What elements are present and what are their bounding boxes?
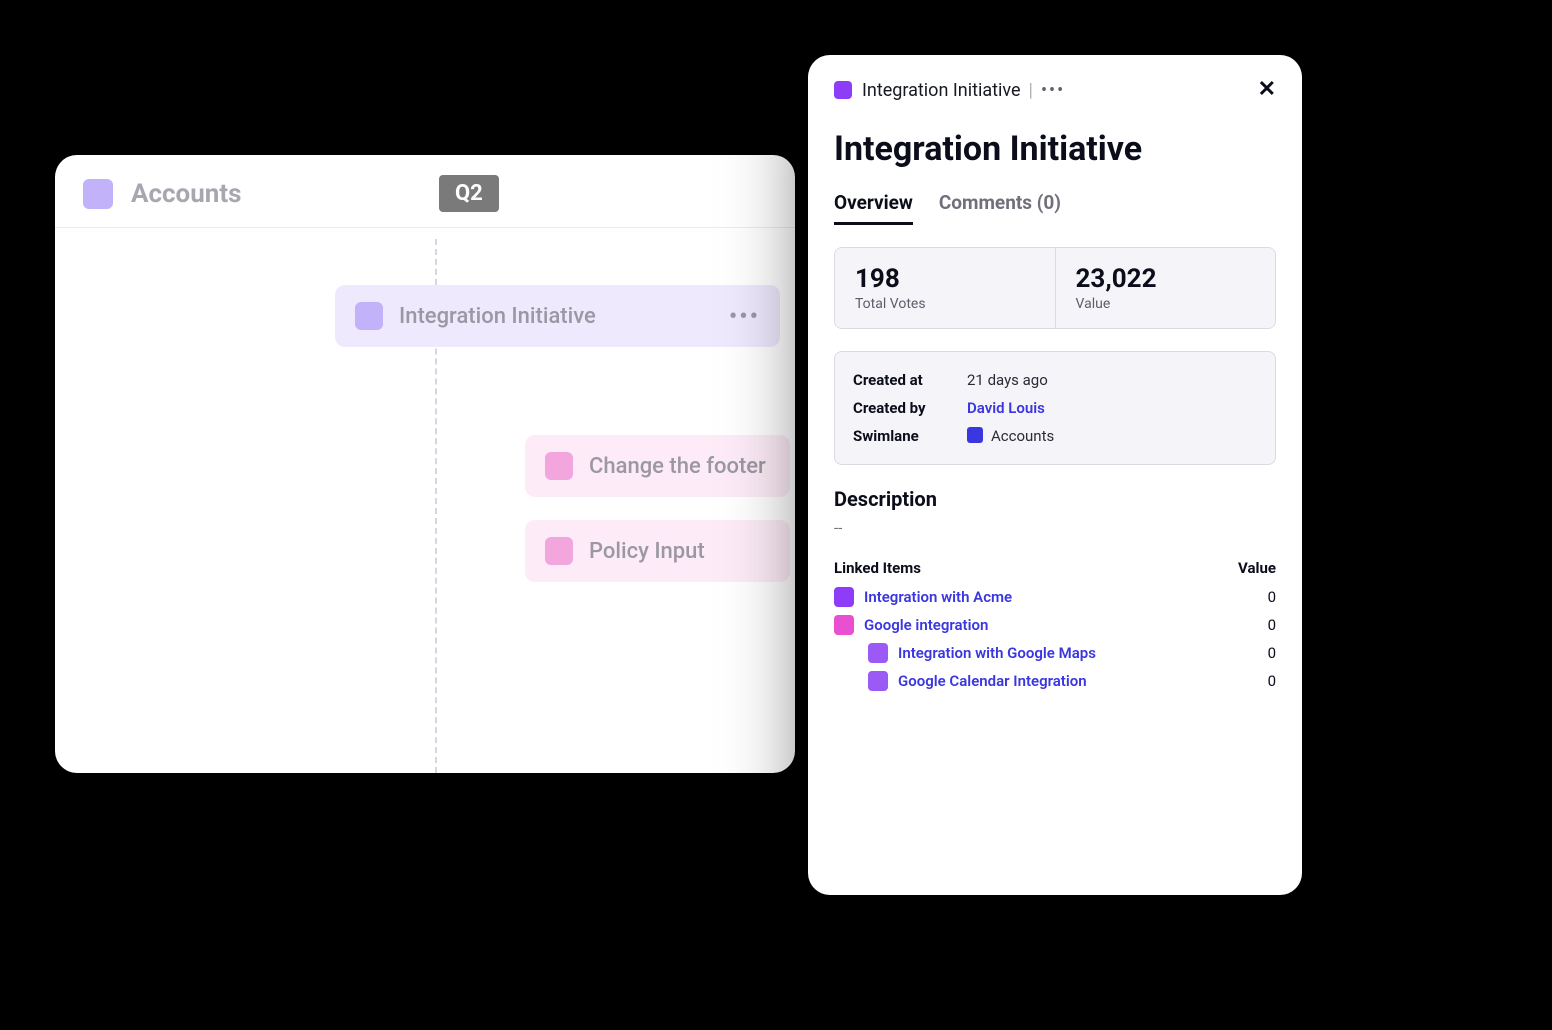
close-icon[interactable]: ✕	[1258, 79, 1276, 101]
linked-item[interactable]: Integration with Acme 0	[834, 587, 1276, 607]
tabs: Overview Comments (0)	[834, 191, 1276, 225]
stat-label: Value	[1076, 296, 1256, 312]
linked-item-value: 0	[1268, 672, 1276, 690]
stat-label: Total Votes	[855, 296, 1035, 312]
meta-user-link[interactable]: David Louis	[967, 399, 1045, 417]
meta-created-by: Created by David Louis	[853, 394, 1257, 422]
stats-box: 198 Total Votes 23,022 Value	[834, 247, 1276, 329]
linked-items-header: Linked Items Value	[834, 559, 1276, 577]
card-label: Change the footer	[589, 454, 766, 479]
linked-items-title: Linked Items	[834, 559, 921, 577]
linked-item-label: Google Calendar Integration	[898, 672, 1087, 690]
linked-items-list: Integration with Acme 0 Google integrati…	[834, 587, 1276, 691]
linked-item-label: Google integration	[864, 616, 988, 634]
quarter-marker: Q2	[439, 175, 499, 212]
tab-overview[interactable]: Overview	[834, 191, 913, 225]
breadcrumb-separator: |	[1029, 80, 1033, 101]
linked-item[interactable]: Integration with Google Maps 0	[834, 643, 1276, 663]
roadmap-board: Accounts Q2 Integration Initiative ••• C…	[55, 155, 795, 773]
linked-item[interactable]: Google integration 0	[834, 615, 1276, 635]
roadmap-card[interactable]: Integration Initiative •••	[335, 285, 780, 347]
linked-items-value-title: Value	[1238, 559, 1276, 577]
linked-item-label: Integration with Acme	[864, 588, 1012, 606]
swimlane-name: Accounts	[991, 427, 1054, 445]
card-label: Integration Initiative	[399, 304, 596, 329]
swimlane-color-icon	[967, 427, 983, 443]
item-title: Integration Initiative	[834, 129, 1276, 169]
linked-item[interactable]: Google Calendar Integration 0	[834, 671, 1276, 691]
swimlane-title: Accounts	[131, 179, 242, 209]
meta-key: Created at	[853, 371, 953, 389]
detail-panel: Integration Initiative | ••• ✕ Integrati…	[808, 55, 1302, 895]
card-label: Policy Input	[589, 539, 705, 564]
stat-value: 198	[855, 264, 1035, 294]
item-color-icon	[834, 587, 854, 607]
board-header: Accounts	[55, 155, 795, 228]
item-color-icon	[868, 671, 888, 691]
tab-comments[interactable]: Comments (0)	[939, 191, 1061, 225]
breadcrumb[interactable]: Integration Initiative | •••	[862, 80, 1065, 101]
linked-item-value: 0	[1268, 644, 1276, 662]
roadmap-card[interactable]: Policy Input	[525, 520, 790, 582]
meta-key: Created by	[853, 399, 953, 417]
panel-header: Integration Initiative | ••• ✕	[834, 79, 1276, 101]
meta-value: 21 days ago	[967, 371, 1048, 389]
description-heading: Description	[834, 487, 1276, 511]
item-color-icon	[834, 615, 854, 635]
meta-created-at: Created at 21 days ago	[853, 366, 1257, 394]
more-icon[interactable]: •••	[729, 302, 760, 330]
linked-item-value: 0	[1268, 588, 1276, 606]
meta-swimlane: Swimlane Accounts	[853, 422, 1257, 450]
meta-key: Swimlane	[853, 427, 953, 445]
roadmap-card[interactable]: Change the footer	[525, 435, 790, 497]
more-icon[interactable]: •••	[1041, 80, 1065, 101]
linked-item-label: Integration with Google Maps	[898, 644, 1096, 662]
card-color-icon	[545, 452, 573, 480]
linked-item-value: 0	[1268, 616, 1276, 634]
swimlane-color-icon	[83, 179, 113, 209]
description-body: --	[834, 519, 1276, 537]
breadcrumb-label: Integration Initiative	[862, 80, 1021, 101]
item-color-icon	[834, 81, 852, 99]
meta-box: Created at 21 days ago Created by David …	[834, 351, 1276, 465]
stat-value: 23,022 Value	[1055, 248, 1276, 328]
card-color-icon	[355, 302, 383, 330]
meta-value: Accounts	[967, 427, 1054, 445]
item-color-icon	[868, 643, 888, 663]
stat-value: 23,022	[1076, 264, 1256, 294]
card-color-icon	[545, 537, 573, 565]
stat-total-votes: 198 Total Votes	[835, 248, 1055, 328]
